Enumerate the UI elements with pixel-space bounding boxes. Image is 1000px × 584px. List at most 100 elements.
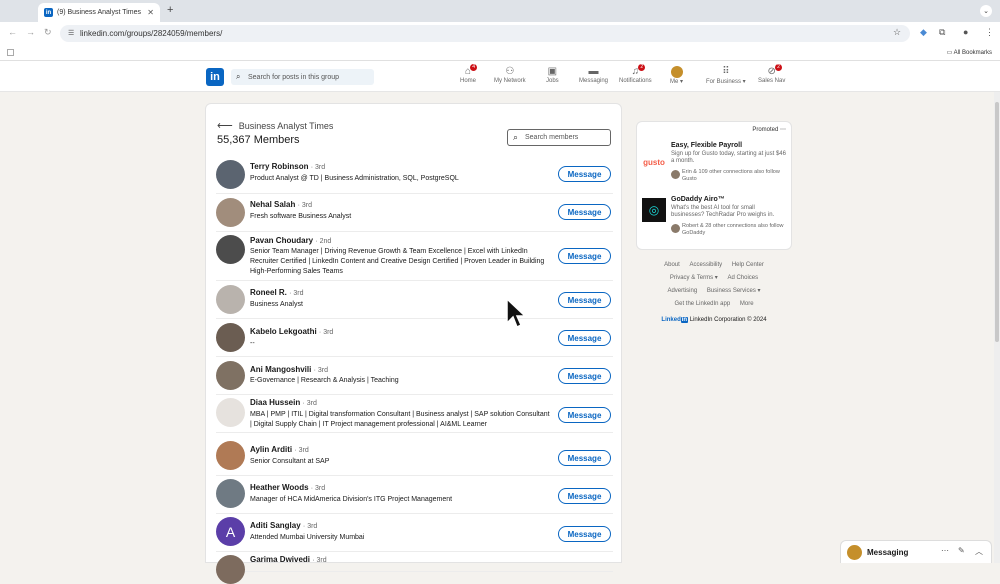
member-name[interactable]: Roneel R. · 3rd: [250, 288, 304, 297]
member-name[interactable]: Pavan Choudary · 2nd: [250, 236, 331, 245]
nav-for-business[interactable]: ⠿ For Business ▾: [706, 66, 746, 85]
member-name[interactable]: Diaa Hussein · 3rd: [250, 398, 317, 407]
footer-accessibility[interactable]: Accessibility: [689, 262, 722, 268]
footer-more[interactable]: More: [740, 301, 754, 307]
member-row[interactable]: Aylin Arditi · 3rd Senior Consultant at S…: [216, 438, 613, 476]
member-name[interactable]: Kabelo Lekgoathi · 3rd: [250, 327, 333, 336]
close-tab-icon[interactable]: ✕: [147, 8, 154, 17]
extension-icon[interactable]: ◆: [920, 27, 927, 38]
browser-tab-strip: in (9) Business Analyst Times ✕ + ⌄: [0, 0, 1000, 22]
nav-my-network[interactable]: ⚇ My Network: [494, 66, 526, 84]
message-button[interactable]: Message: [558, 292, 611, 308]
reload-icon[interactable]: ↻: [44, 27, 52, 38]
apps-icon[interactable]: [7, 49, 14, 56]
page-footer: About Accessibility Help Center Privacy …: [636, 259, 792, 327]
avatar[interactable]: [216, 323, 245, 352]
back-arrow-icon[interactable]: ⟵: [217, 119, 233, 132]
group-search-input[interactable]: ⌕ Search for posts in this group: [231, 69, 374, 85]
nav-notifications[interactable]: ♫ 2 Notifications: [619, 64, 652, 84]
member-row[interactable]: Kabelo Lekgoathi · 3rd -- Message: [216, 319, 613, 357]
more-options-icon[interactable]: ⋯: [780, 127, 786, 133]
member-row[interactable]: Ani Mangoshvili · 3rd E-Governance | Rese…: [216, 357, 613, 395]
member-row[interactable]: Roneel R. · 3rd Business Analyst Message: [216, 281, 613, 319]
footer-about[interactable]: About: [664, 262, 680, 268]
message-button[interactable]: Message: [558, 407, 611, 423]
message-button[interactable]: Message: [558, 368, 611, 384]
ad-godaddy[interactable]: ◎ GoDaddy Airo™ What's the best AI tool …: [642, 196, 790, 241]
scrollbar-thumb[interactable]: [995, 102, 999, 342]
nav-me[interactable]: Me ▾: [670, 66, 683, 85]
member-row[interactable]: A Aditi Sanglay · 3rd Attended Mumbai Univ…: [216, 514, 613, 552]
avatar[interactable]: [216, 235, 245, 264]
avatar[interactable]: [216, 198, 245, 227]
bookmarks-bar: ▭ All Bookmarks: [0, 45, 1000, 61]
footer-help-center[interactable]: Help Center: [732, 262, 764, 268]
member-name[interactable]: Aylin Arditi · 3rd: [250, 445, 309, 454]
footer-business-services[interactable]: Business Services ▾: [707, 288, 761, 294]
message-button[interactable]: Message: [558, 248, 611, 264]
footer-advertising[interactable]: Advertising: [667, 288, 697, 294]
avatar[interactable]: [216, 361, 245, 390]
member-count: 55,367 Members: [217, 134, 300, 146]
avatar[interactable]: [216, 555, 245, 584]
member-row[interactable]: Nehal Salah · 3rd Fresh software Business…: [216, 194, 613, 232]
member-row[interactable]: Heather Woods · 3rd Manager of HCA MidAme…: [216, 476, 613, 514]
member-row[interactable]: Pavan Choudary · 2nd Senior Team Manager …: [216, 232, 613, 281]
avatar[interactable]: [216, 398, 245, 427]
nav-home[interactable]: ⌂ 4 Home: [460, 64, 478, 84]
address-bar[interactable]: ☰ linkedin.com/groups/2824059/members/: [60, 25, 910, 42]
member-row[interactable]: Terry Robinson · 3rd Product Analyst @ TD…: [216, 156, 613, 194]
ad-title: GoDaddy Airo™: [671, 196, 725, 203]
menu-kebab-icon[interactable]: ⋮: [985, 27, 994, 38]
profile-icon[interactable]: ●: [963, 27, 968, 37]
page-scrollbar[interactable]: [994, 92, 1000, 563]
avatar[interactable]: [216, 160, 245, 189]
message-button[interactable]: Message: [558, 330, 611, 346]
more-options-icon[interactable]: ⋯: [941, 546, 949, 555]
back-to-group[interactable]: ⟵ Business Analyst Times: [217, 119, 333, 132]
member-headline: --: [250, 340, 255, 347]
message-button[interactable]: Message: [558, 488, 611, 504]
avatar[interactable]: [216, 479, 245, 508]
member-row[interactable]: Diaa Hussein · 3rd MBA | PMP | ITIL | Dig…: [216, 395, 613, 433]
message-button[interactable]: Message: [558, 450, 611, 466]
new-tab-icon[interactable]: +: [167, 4, 173, 16]
message-button[interactable]: Message: [558, 166, 611, 182]
group-search-placeholder: Search for posts in this group: [248, 73, 340, 81]
copyright-text: LinkedIn Corporation © 2024: [689, 317, 767, 323]
messaging-overlay[interactable]: Messaging ⋯ ✎ ︿: [840, 540, 992, 563]
footer-get-app[interactable]: Get the LinkedIn app: [674, 301, 730, 307]
linkedin-logo-icon[interactable]: in: [206, 68, 224, 86]
all-bookmarks[interactable]: ▭ All Bookmarks: [947, 49, 992, 56]
ad-body: Sign up for Gusto today, starting at jus…: [671, 151, 786, 164]
message-button[interactable]: Message: [558, 526, 611, 542]
member-name[interactable]: Nehal Salah · 3rd: [250, 200, 312, 209]
search-members-input[interactable]: ⌕ Search members: [507, 129, 611, 146]
member-name[interactable]: Aditi Sanglay · 3rd: [250, 521, 317, 530]
bookmark-star-icon[interactable]: ☆: [893, 27, 901, 38]
chevron-up-icon[interactable]: ︿: [975, 546, 983, 557]
ad-gusto[interactable]: gusto Easy, Flexible Payroll Sign up for…: [642, 142, 790, 187]
footer-privacy-terms[interactable]: Privacy & Terms ▾: [670, 275, 718, 281]
nav-sales-nav[interactable]: ⊘ 2 Sales Nav: [758, 64, 785, 84]
footer-ad-choices[interactable]: Ad Choices: [727, 275, 758, 281]
avatar[interactable]: [216, 285, 245, 314]
member-name[interactable]: Heather Woods · 3rd: [250, 483, 325, 492]
browser-tab[interactable]: in (9) Business Analyst Times ✕: [38, 3, 160, 22]
nav-jobs[interactable]: ▣ Jobs: [546, 66, 559, 84]
member-row[interactable]: Garima Dwivedi · 3rd: [216, 552, 613, 584]
member-name[interactable]: Terry Robinson · 3rd: [250, 162, 325, 171]
compose-icon[interactable]: ✎: [958, 546, 965, 555]
footer-row: About Accessibility Help Center: [636, 259, 792, 272]
extensions-puzzle-icon[interactable]: ⧉: [939, 27, 945, 38]
back-icon[interactable]: ←: [8, 27, 17, 37]
message-button[interactable]: Message: [558, 204, 611, 220]
tab-search-icon[interactable]: ⌄: [980, 5, 992, 17]
nav-messaging[interactable]: ▬ Messaging: [579, 66, 608, 84]
forward-icon[interactable]: →: [26, 27, 35, 37]
member-name[interactable]: Ani Mangoshvili · 3rd: [250, 365, 328, 374]
site-info-icon[interactable]: ☰: [68, 29, 74, 37]
avatar[interactable]: A: [216, 517, 245, 546]
avatar[interactable]: [216, 441, 245, 470]
member-headline: Manager of HCA MidAmerica Division's ITG…: [250, 496, 453, 503]
